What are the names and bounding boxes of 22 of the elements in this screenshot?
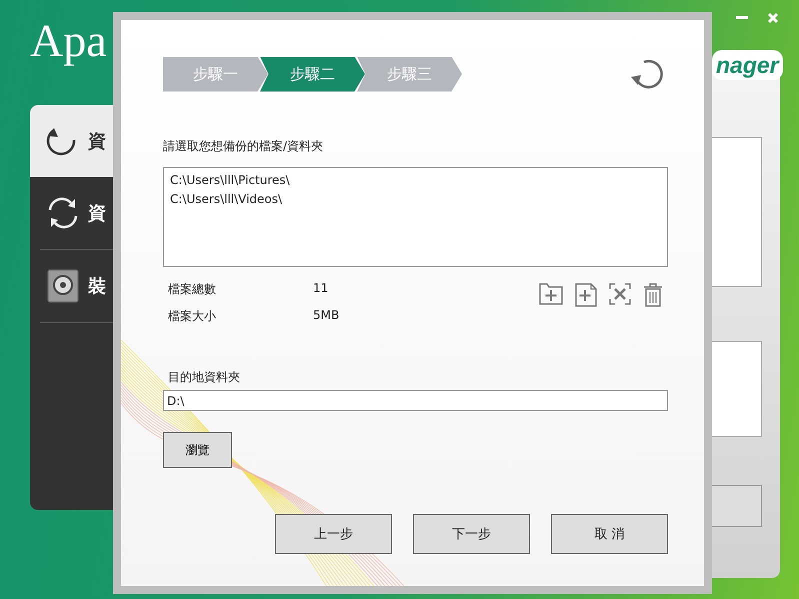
dialog-button[interactable]: 上一步	[275, 514, 392, 554]
stat-label: 檔案總數	[168, 281, 217, 298]
field-label: 目的地資料夾	[167, 369, 241, 386]
stat-value: 5MB	[313, 308, 340, 324]
trash-icon[interactable]	[643, 283, 663, 307]
stat-label: 檔案大小	[168, 308, 217, 325]
source-list[interactable]: C:\Users\lll\Pictures\ C:\Users\lll\Videos\	[163, 167, 668, 267]
instruction-text: 請選取您想備份的檔案/資料夾	[163, 138, 324, 155]
stat-value: 11	[313, 281, 330, 297]
close-icon[interactable]	[767, 12, 779, 24]
destination-field[interactable]: D:\	[163, 390, 668, 411]
logo-text: nager	[712, 50, 783, 80]
dialog-button[interactable]: 取 消	[551, 514, 668, 554]
clear-selection-icon[interactable]	[609, 283, 631, 305]
browse-button[interactable]: 瀏覽	[163, 432, 232, 468]
list-item[interactable]: C:\Users\lll\Videos\	[170, 190, 661, 209]
step-tab[interactable]: 步驟二	[260, 56, 365, 92]
list-item[interactable]: C:\Users\lll\Pictures\	[170, 171, 661, 190]
file-plus-icon[interactable]	[575, 283, 597, 307]
dialog-button[interactable]: 下一步	[413, 514, 530, 554]
folder-plus-icon[interactable]	[539, 283, 563, 305]
logo-text: Apa	[30, 14, 107, 67]
